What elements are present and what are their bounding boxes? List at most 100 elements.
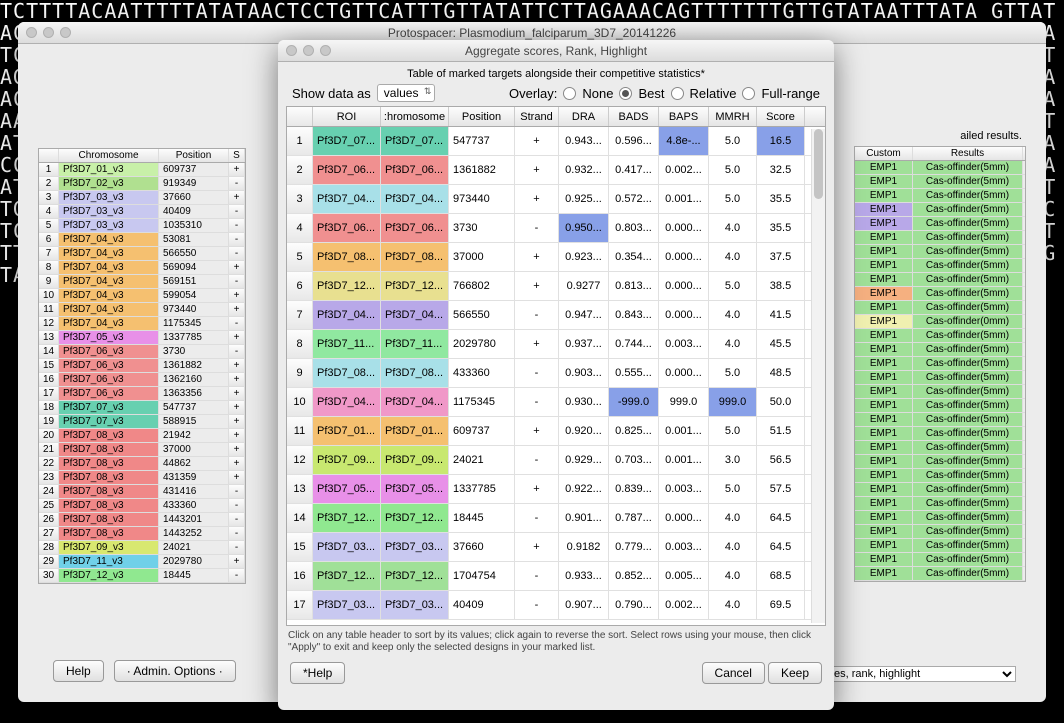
table-row[interactable]: EMP1Cas-offinder(5mm) [855,399,1025,413]
table-row[interactable]: 20Pf3D7_08_v321942+ [39,429,245,443]
table-row[interactable]: 23Pf3D7_08_v3431359+ [39,471,245,485]
overlay-best[interactable] [619,87,632,100]
help-button[interactable]: Help [53,660,104,682]
table-row[interactable]: EMP1Cas-offinder(5mm) [855,553,1025,567]
table-row[interactable]: 1Pf3D7_07...Pf3D7_07...547737+0.943...0.… [287,127,825,156]
table-row[interactable]: 3Pf3D7_03_v337660+ [39,191,245,205]
zoom-icon[interactable] [320,45,331,56]
table-row[interactable]: EMP1Cas-offinder(5mm) [855,357,1025,371]
table-row[interactable]: 22Pf3D7_08_v344862+ [39,457,245,471]
col-custom[interactable]: Custom [855,147,913,160]
table-row[interactable]: 21Pf3D7_08_v337000+ [39,443,245,457]
overlay-full-range[interactable] [742,87,755,100]
table-row[interactable]: 5Pf3D7_03_v31035310- [39,219,245,233]
table-row[interactable]: 7Pf3D7_04...Pf3D7_04...566550-0.947...0.… [287,301,825,330]
hdr-chromosome[interactable]: :hromosome [381,107,449,126]
table-row[interactable]: 16Pf3D7_12...Pf3D7_12...1704754-0.933...… [287,562,825,591]
close-icon[interactable] [26,27,37,38]
dialog-window-controls[interactable] [286,45,331,56]
col-results[interactable]: Results [913,147,1023,160]
col-chromosome[interactable]: Chromosome [59,149,159,162]
table-row[interactable]: EMP1Cas-offinder(5mm) [855,455,1025,469]
table-row[interactable]: 18Pf3D7_07_v3547737+ [39,401,245,415]
dialog-titlebar[interactable]: Aggregate scores, Rank, Highlight [278,40,834,62]
hdr-score[interactable]: Score [757,107,805,126]
table-row[interactable]: EMP1Cas-offinder(5mm) [855,525,1025,539]
show-data-as-select[interactable]: values [377,84,436,102]
table-row[interactable]: EMP1Cas-offinder(5mm) [855,189,1025,203]
table-row[interactable]: 15Pf3D7_03...Pf3D7_03...37660+0.91820.77… [287,533,825,562]
table-row[interactable]: EMP1Cas-offinder(5mm) [855,371,1025,385]
hdr-index[interactable] [287,107,313,126]
table-row[interactable]: 1Pf3D7_01_v3609737+ [39,163,245,177]
table-row[interactable]: 14Pf3D7_06_v33730- [39,345,245,359]
hdr-position[interactable]: Position [449,107,515,126]
table-row[interactable]: 6Pf3D7_12...Pf3D7_12...766802+0.92770.81… [287,272,825,301]
table-row[interactable]: EMP1Cas-offinder(5mm) [855,343,1025,357]
col-position[interactable]: Position [159,149,229,162]
hdr-bads[interactable]: BADS [609,107,659,126]
table-row[interactable]: 4Pf3D7_03_v340409- [39,205,245,219]
table-row[interactable]: EMP1Cas-offinder(5mm) [855,273,1025,287]
table-row[interactable]: 8Pf3D7_11...Pf3D7_11...2029780+0.937...0… [287,330,825,359]
table-row[interactable]: EMP1Cas-offinder(5mm) [855,329,1025,343]
table-row[interactable]: 11Pf3D7_01...Pf3D7_01...609737+0.920...0… [287,417,825,446]
table-row[interactable]: 5Pf3D7_08...Pf3D7_08...37000+0.923...0.3… [287,243,825,272]
table-row[interactable]: 2Pf3D7_06...Pf3D7_06...1361882+0.932...0… [287,156,825,185]
table-row[interactable]: 29Pf3D7_11_v32029780+ [39,555,245,569]
table-row[interactable]: EMP1Cas-offinder(5mm) [855,231,1025,245]
table-row[interactable]: EMP1Cas-offinder(5mm) [855,497,1025,511]
table-row[interactable]: 14Pf3D7_12...Pf3D7_12...18445-0.901...0.… [287,504,825,533]
table-row[interactable]: EMP1Cas-offinder(5mm) [855,287,1025,301]
table-row[interactable]: 6Pf3D7_04_v353081- [39,233,245,247]
overlay-none[interactable] [563,87,576,100]
hdr-strand[interactable]: Strand [515,107,559,126]
keep-button[interactable]: Keep [768,662,822,684]
dialog-help-button[interactable]: *Help [290,662,345,684]
table-row[interactable]: EMP1Cas-offinder(5mm) [855,175,1025,189]
table-row[interactable]: EMP1Cas-offinder(5mm) [855,161,1025,175]
table-row[interactable]: 10Pf3D7_04_v3599054+ [39,289,245,303]
table-row[interactable]: 7Pf3D7_04_v3566550- [39,247,245,261]
table-row[interactable]: EMP1Cas-offinder(0mm) [855,315,1025,329]
bg-table-left[interactable]: Chromosome Position S 1Pf3D7_01_v3609737… [38,148,246,584]
table-row[interactable]: 8Pf3D7_04_v3569094+ [39,261,245,275]
table-row[interactable]: 27Pf3D7_08_v31443252- [39,527,245,541]
admin-options-button[interactable]: · Admin. Options · [114,660,236,682]
table-row[interactable]: 13Pf3D7_05...Pf3D7_05...1337785+0.922...… [287,475,825,504]
table-row[interactable]: 28Pf3D7_09_v324021- [39,541,245,555]
table-row[interactable]: 13Pf3D7_05_v31337785+ [39,331,245,345]
table-row[interactable]: EMP1Cas-offinder(5mm) [855,385,1025,399]
table-row[interactable]: 9Pf3D7_04_v3569151- [39,275,245,289]
table-row[interactable]: EMP1Cas-offinder(5mm) [855,567,1025,581]
col-strand[interactable]: S [229,149,245,162]
table-row[interactable]: EMP1Cas-offinder(5mm) [855,203,1025,217]
close-icon[interactable] [286,45,297,56]
table-row[interactable]: EMP1Cas-offinder(5mm) [855,259,1025,273]
hdr-dra[interactable]: DRA [559,107,609,126]
table-row[interactable]: EMP1Cas-offinder(5mm) [855,441,1025,455]
zoom-icon[interactable] [60,27,71,38]
table-row[interactable]: EMP1Cas-offinder(5mm) [855,413,1025,427]
table-row[interactable]: EMP1Cas-offinder(5mm) [855,511,1025,525]
table-row[interactable]: 2Pf3D7_02_v3919349- [39,177,245,191]
bg-table-right[interactable]: Custom Results EMP1Cas-offinder(5mm)EMP1… [854,146,1026,582]
hdr-baps[interactable]: BAPS [659,107,709,126]
table-row[interactable]: 17Pf3D7_06_v31363356+ [39,387,245,401]
table-row[interactable]: 25Pf3D7_08_v3433360- [39,499,245,513]
hdr-roi[interactable]: ROI [313,107,381,126]
table-row[interactable]: 9Pf3D7_08...Pf3D7_08...433360-0.903...0.… [287,359,825,388]
table-row[interactable]: 4Pf3D7_06...Pf3D7_06...3730-0.950...0.80… [287,214,825,243]
table-row[interactable]: 19Pf3D7_07_v3588915+ [39,415,245,429]
table-row[interactable]: 17Pf3D7_03...Pf3D7_03...40409-0.907...0.… [287,591,825,620]
vertical-scrollbar[interactable] [811,129,825,623]
table-row[interactable]: EMP1Cas-offinder(5mm) [855,245,1025,259]
table-row[interactable]: 26Pf3D7_08_v31443201- [39,513,245,527]
table-row[interactable]: 12Pf3D7_09...Pf3D7_09...24021-0.929...0.… [287,446,825,475]
table-row[interactable]: 30Pf3D7_12_v318445- [39,569,245,583]
table-row[interactable]: EMP1Cas-offinder(5mm) [855,427,1025,441]
table-row[interactable]: 24Pf3D7_08_v3431416- [39,485,245,499]
table-row[interactable]: 12Pf3D7_04_v31175345- [39,317,245,331]
aggregate-table[interactable]: ROI :hromosome Position Strand DRA BADS … [286,106,826,626]
table-row[interactable]: EMP1Cas-offinder(5mm) [855,301,1025,315]
